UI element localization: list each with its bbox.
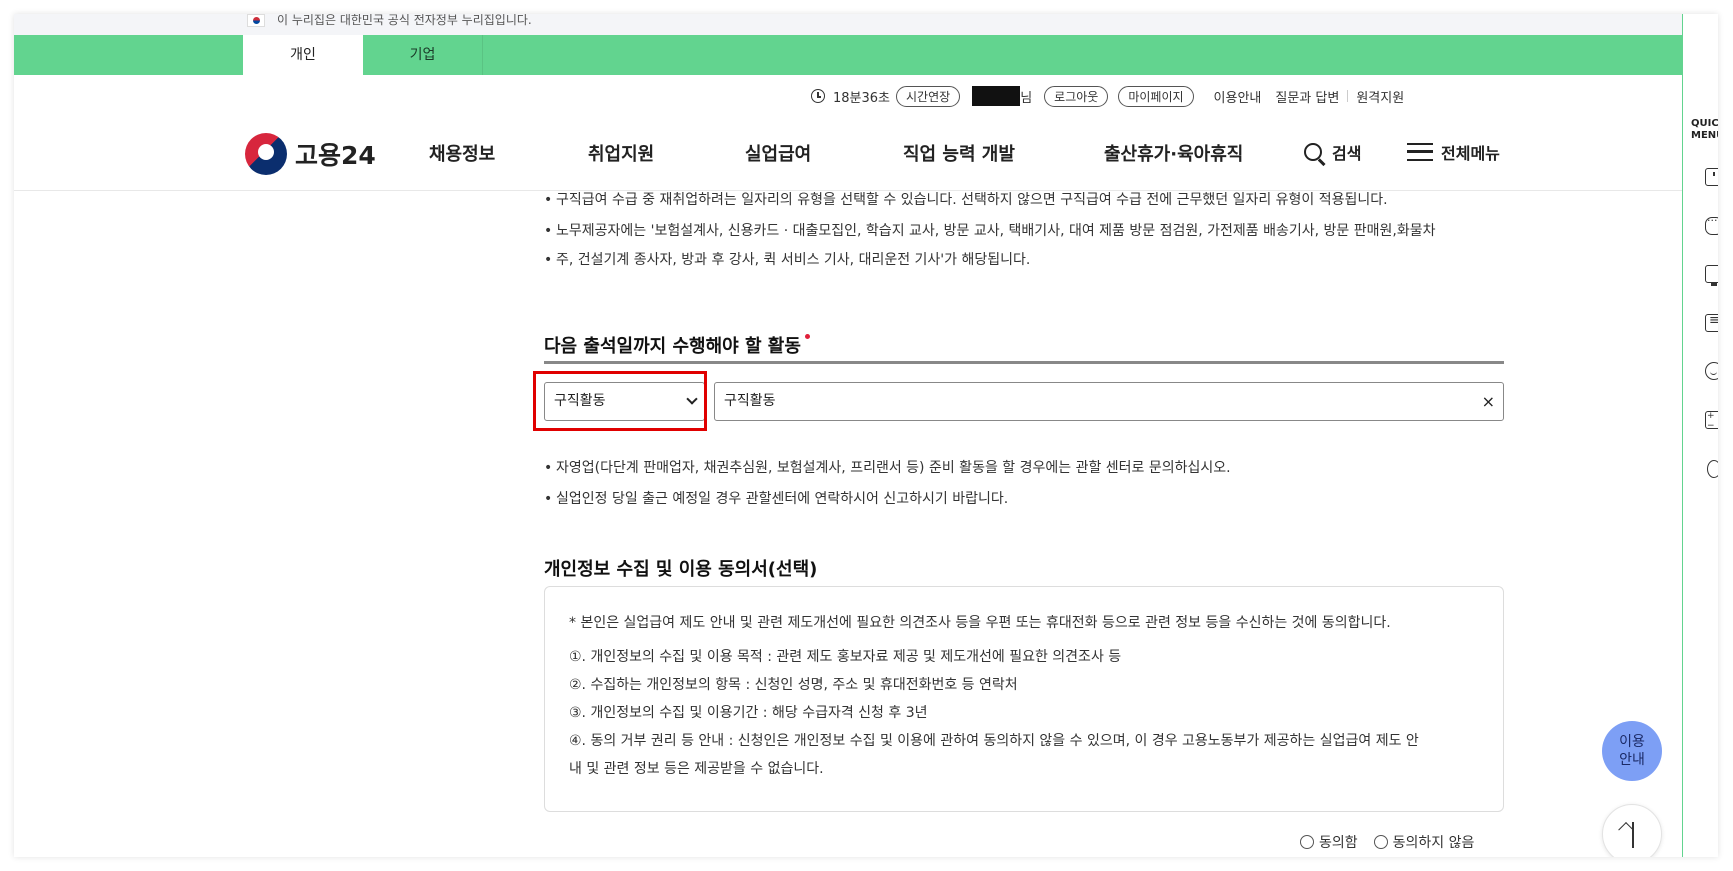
tab-personal[interactable]: 개인 bbox=[243, 35, 363, 75]
usage-guide-button[interactable]: 이용 안내 bbox=[1602, 721, 1662, 781]
disagree-radio[interactable] bbox=[1373, 835, 1388, 849]
all-menu-button[interactable]: 전체메뉴 bbox=[1407, 140, 1500, 164]
session-timer: 18분36초 bbox=[833, 90, 891, 106]
arrow-up-icon bbox=[1632, 822, 1634, 848]
link-qna[interactable]: 질문과 답변 bbox=[1275, 87, 1339, 106]
smile-icon[interactable] bbox=[1705, 362, 1718, 380]
gnb-item-jobs[interactable]: 채용정보 bbox=[429, 140, 495, 166]
chat-icon[interactable] bbox=[1705, 214, 1718, 235]
consent-item: ①. 개인정보의 수집 및 이용 목적 : 관련 제도 홍보자료 제공 및 제도… bbox=[569, 649, 1122, 665]
extend-session-button[interactable]: 시간연장 bbox=[896, 85, 961, 107]
activity-input[interactable]: 구직활동 × bbox=[714, 382, 1504, 421]
search-label: 검색 bbox=[1332, 144, 1362, 163]
consent-intro: * 본인은 실업급여 제도 안내 및 관련 제도개선에 필요한 의견조사 등을 … bbox=[569, 615, 1391, 631]
quick-menu-label: QUICK MENU bbox=[1691, 118, 1718, 141]
consent-radio-group: 동의함 동의하지 않음 bbox=[1300, 832, 1490, 852]
mypage-button[interactable]: 마이페이지 bbox=[1118, 85, 1194, 107]
agree-label[interactable]: 동의함 bbox=[1319, 832, 1358, 852]
calculator-icon[interactable] bbox=[1705, 411, 1718, 431]
monitor-icon[interactable] bbox=[1705, 265, 1718, 286]
redacted-username bbox=[972, 86, 1021, 106]
all-menu-label: 전체메뉴 bbox=[1441, 144, 1500, 163]
tab-business[interactable]: 기업 bbox=[363, 35, 483, 75]
gov-banner: 이 누리집은 대한민국 공식 전자정부 누리집입니다. bbox=[14, 14, 1682, 35]
search-button[interactable]: 검색 bbox=[1304, 140, 1361, 164]
consent-item: 내 및 관련 정보 등은 제공받을 수 없습니다. bbox=[569, 761, 824, 777]
agree-radio[interactable] bbox=[1300, 835, 1314, 849]
note-self-employment: 자영업(다단계 판매업자, 채권추심원, 보험설계사, 프리랜서 등) 준비 활… bbox=[544, 454, 1231, 483]
disagree-label[interactable]: 동의하지 않음 bbox=[1393, 832, 1475, 852]
divider bbox=[1347, 90, 1349, 102]
gnb-item-skills-development[interactable]: 직업 능력 개발 bbox=[903, 140, 1015, 166]
link-usage-guide[interactable]: 이용안내 bbox=[1214, 87, 1262, 106]
search-icon bbox=[1304, 143, 1322, 161]
logout-button[interactable]: 로그아웃 bbox=[1044, 85, 1109, 107]
consent-item: ②. 수집하는 개인정보의 항목 : 신청인 성명, 주소 및 휴대전화번호 등… bbox=[569, 677, 1018, 693]
site-logo[interactable]: 고용24 bbox=[245, 133, 376, 175]
gov-banner-text: 이 누리집은 대한민국 공식 전자정부 누리집입니다. bbox=[277, 14, 532, 27]
consent-item: ④. 동의 거부 권리 등 안내 : 신청인은 개인정보 수집 및 이용에 관하… bbox=[569, 733, 1419, 749]
hamburger-menu-icon bbox=[1407, 143, 1433, 161]
required-marker bbox=[804, 334, 810, 339]
member-type-bar: 개인 기업 bbox=[14, 35, 1682, 75]
consent-item: ③. 개인정보의 수집 및 이용기간 : 해당 수급자격 신청 후 3년 bbox=[569, 705, 928, 721]
checklist-icon[interactable] bbox=[1705, 313, 1718, 332]
browser-viewport: 이 누리집은 대한민국 공식 전자정부 누리집입니다. 개인 기업 18분36초… bbox=[14, 14, 1718, 857]
highlight-annotation bbox=[533, 371, 707, 431]
clear-input-icon[interactable]: × bbox=[1482, 383, 1495, 420]
consent-section-title: 개인정보 수집 및 이용 동의서(선택) bbox=[544, 559, 818, 580]
gnb-item-employment-support[interactable]: 취업지원 bbox=[588, 140, 654, 166]
logo-emblem-icon bbox=[245, 133, 287, 175]
scroll-top-button[interactable] bbox=[1602, 804, 1662, 857]
korea-flag-icon bbox=[247, 14, 265, 27]
coin-icon[interactable] bbox=[1707, 460, 1718, 478]
note-job-type: 구직급여 수급 중 재취업하려는 일자리의 유형을 선택할 수 있습니다. 선택… bbox=[544, 186, 1388, 215]
user-suffix: 님 bbox=[1020, 90, 1033, 106]
note-labor-provider: 노무제공자에는 '보험설계사, 신용카드 · 대출모집인, 학습지 교사, 방문… bbox=[544, 217, 1435, 246]
section-rule bbox=[544, 361, 1504, 364]
link-remote-support[interactable]: 원격지원 bbox=[1356, 87, 1404, 106]
gnb-item-parental-leave[interactable]: 출산휴가·육아휴직 bbox=[1104, 140, 1243, 166]
gnb-item-unemployment-benefits[interactable]: 실업급여 bbox=[745, 140, 811, 166]
building-icon[interactable] bbox=[1705, 168, 1718, 186]
note-report-work: 실업인정 당일 출근 예정일 경우 관할센터에 연락하시어 신고하시기 바랍니다… bbox=[544, 485, 1008, 514]
utility-bar: 18분36초 시간연장 님 로그아웃 마이페이지 이용안내 질문과 답변 원격지… bbox=[811, 84, 1404, 108]
logo-text: 고용24 bbox=[295, 141, 376, 170]
clock-icon bbox=[811, 89, 825, 103]
consent-box: * 본인은 실업급여 제도 안내 및 관련 제도개선에 필요한 의견조사 등을 … bbox=[544, 586, 1504, 812]
activity-section-title: 다음 출석일까지 수행해야 할 활동 bbox=[544, 332, 810, 358]
note-labor-provider-cont: 주, 건설기계 종사자, 방과 후 강사, 퀵 서비스 기사, 대리운전 기사'… bbox=[544, 246, 1030, 275]
